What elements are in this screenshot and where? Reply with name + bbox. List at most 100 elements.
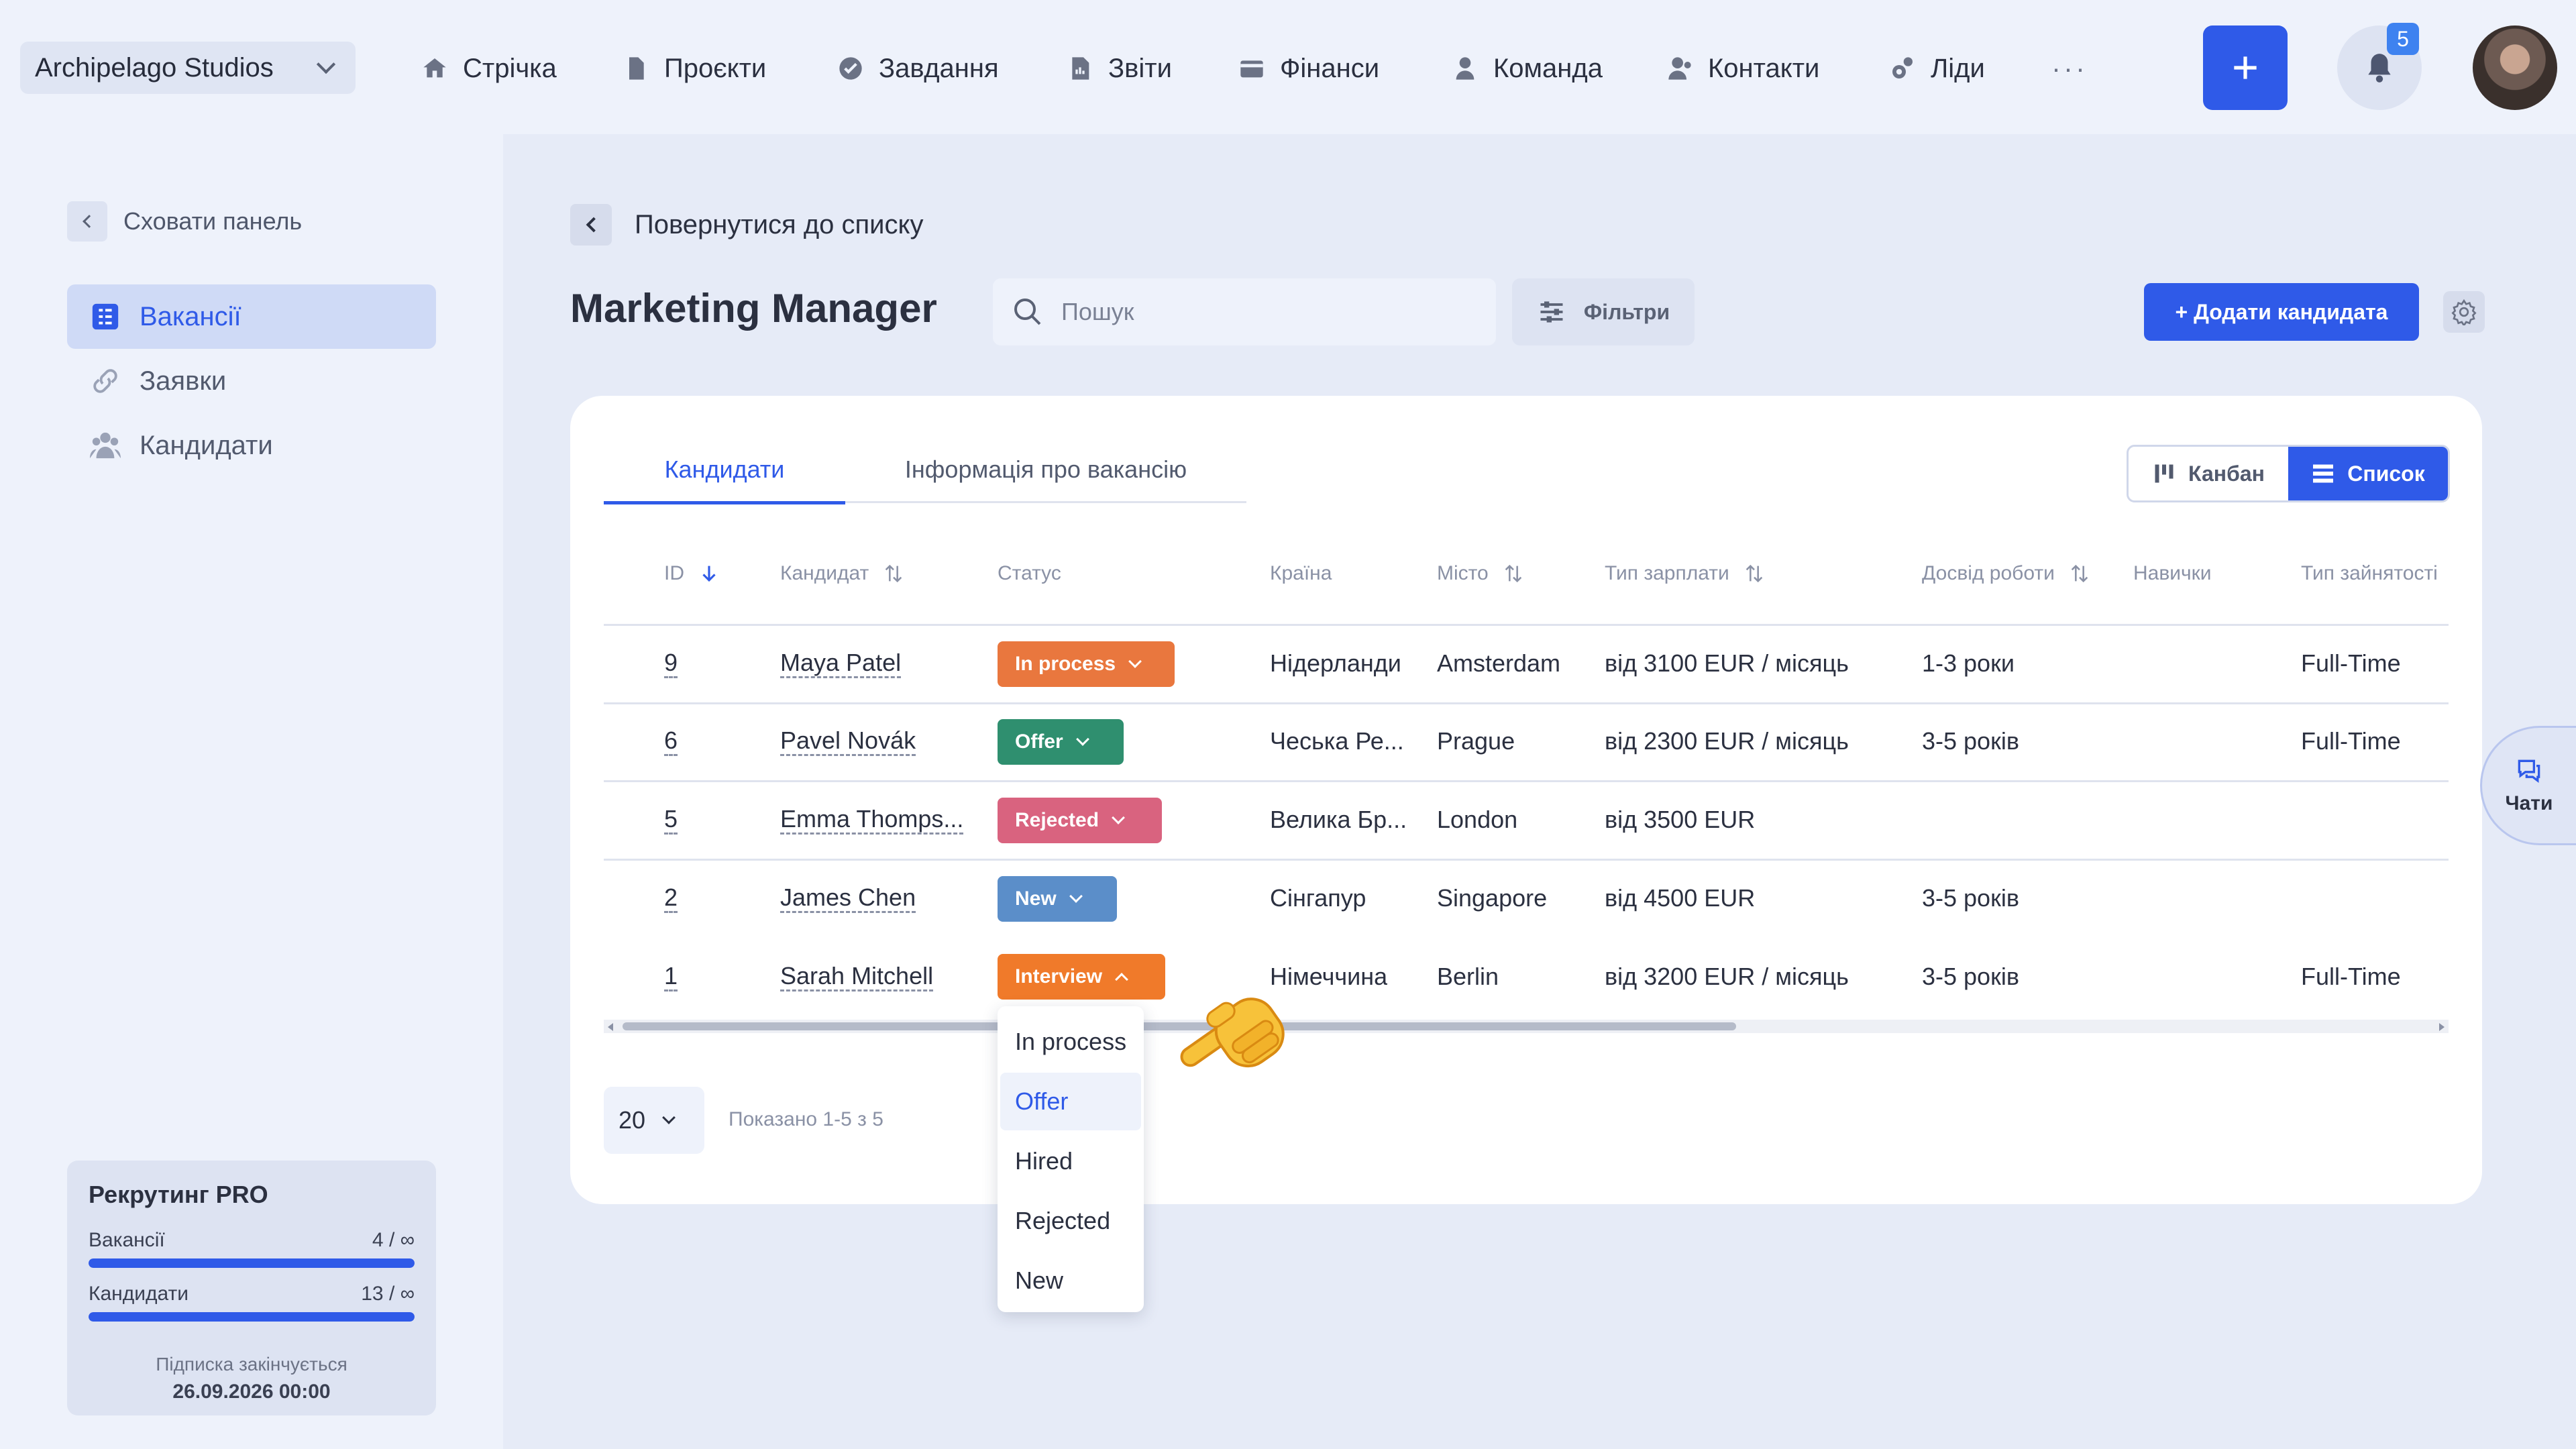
candidate-id[interactable]: 9 [664, 649, 678, 678]
tab-vacancy-info[interactable]: Інформація про вакансію [845, 449, 1246, 503]
status-option-new[interactable]: New [1000, 1252, 1141, 1309]
candidate-name[interactable]: Maya Patel [780, 649, 902, 678]
nav-item-contacts[interactable]: Контакти [1666, 47, 1819, 90]
quick-add-button[interactable] [2203, 25, 2288, 110]
candidate-id[interactable]: 6 [664, 727, 678, 756]
salary-cell: від 3100 EUR / місяць [1605, 649, 1849, 677]
column-header-salary-type[interactable]: Тип зарплати [1605, 562, 1766, 585]
usage-label: Кандидати [89, 1283, 189, 1305]
nav-label: Звіти [1108, 53, 1172, 83]
status-option-in-process[interactable]: In process [1000, 1013, 1141, 1071]
candidate-id[interactable]: 5 [664, 806, 678, 835]
sidebar-item-candidates[interactable]: Кандидати [67, 413, 436, 478]
status-option-offer[interactable]: Offer [1000, 1073, 1141, 1130]
column-label: Досвід роботи [1922, 562, 2055, 584]
sort-icon [2071, 564, 2088, 583]
tab-candidates[interactable]: Кандидати [604, 449, 845, 504]
nav-item-leads[interactable]: Ліди [1889, 47, 1985, 90]
divider [604, 702, 2449, 704]
kanban-icon [2155, 464, 2174, 483]
status-dropdown[interactable]: New [998, 876, 1117, 922]
candidate-id[interactable]: 2 [664, 884, 678, 913]
nav-item-reports[interactable]: Звіти [1067, 47, 1172, 90]
employment-cell: Full-Time [2301, 963, 2401, 990]
status-option-rejected[interactable]: Rejected [1000, 1192, 1141, 1250]
candidate-name[interactable]: Emma Thomps... [780, 806, 964, 835]
nav-item-projects[interactable]: Проєкти [623, 47, 766, 90]
more-menu-icon[interactable]: ··· [2051, 47, 2088, 90]
usage-value: 4 / ∞ [372, 1229, 415, 1251]
nav-item-tasks[interactable]: Завдання [837, 47, 999, 90]
scroll-left-icon[interactable] [608, 1023, 613, 1031]
column-header-id[interactable]: ID [664, 562, 720, 585]
search-input[interactable] [1061, 298, 1464, 326]
scroll-right-icon[interactable] [2439, 1023, 2445, 1031]
candidate-name[interactable]: Pavel Novák [780, 727, 916, 756]
gear-icon [2451, 299, 2477, 325]
company-name: Archipelago Studios [35, 52, 274, 83]
column-header-experience[interactable]: Досвід роботи [1922, 562, 2091, 585]
candidate-name[interactable]: Sarah Mitchell [780, 963, 934, 991]
settings-button[interactable] [2443, 291, 2485, 333]
nav-item-team[interactable]: Команда [1452, 47, 1603, 90]
kanban-label: Канбан [2188, 461, 2265, 486]
nav-label: Проєкти [664, 53, 767, 83]
usage-bar [89, 1258, 415, 1268]
back-to-list-button[interactable]: Повернутися до списку [570, 204, 923, 246]
divider [604, 624, 2449, 626]
divider [604, 859, 2449, 861]
status-label: Offer [1015, 731, 1063, 753]
nav-item-finance[interactable]: Фінанси [1238, 47, 1379, 90]
salary-cell: від 3500 EUR [1605, 806, 1756, 833]
nav-item-feed[interactable]: Стрічка [421, 47, 557, 90]
list-view-button[interactable]: Список [2288, 447, 2448, 500]
chevron-left-icon [570, 204, 612, 246]
sidebar-item-applications[interactable]: Заявки [67, 349, 436, 413]
status-dropdown[interactable]: In process [998, 641, 1175, 687]
sidebar-item-label: Вакансії [140, 301, 241, 331]
search-box [993, 278, 1496, 345]
filters-button[interactable]: Фільтри [1512, 278, 1695, 345]
sidebar-item-vacancies[interactable]: Вакансії [67, 284, 436, 349]
bell-icon [2368, 54, 2391, 83]
add-candidate-button[interactable]: + Додати кандидата [2144, 283, 2419, 341]
company-switcher[interactable]: Archipelago Studios [20, 42, 356, 94]
search-icon [1014, 299, 1041, 325]
experience-cell: 3-5 років [1922, 727, 2019, 755]
city-cell: Singapore [1437, 884, 1548, 912]
nav-label: Контакти [1708, 53, 1820, 83]
city-cell: Prague [1437, 727, 1515, 755]
wallet-icon [1240, 60, 1263, 78]
status-dropdown[interactable]: Offer [998, 719, 1124, 765]
horizontal-scrollbar[interactable] [604, 1020, 2449, 1033]
column-header-skills: Навички [2133, 562, 2212, 585]
candidate-id[interactable]: 1 [664, 963, 678, 991]
column-header-candidate[interactable]: Кандидат [780, 562, 905, 585]
avatar[interactable] [2473, 25, 2557, 110]
chats-button[interactable]: Чати [2480, 726, 2576, 845]
status-label: New [1015, 888, 1057, 910]
chats-label: Чати [2505, 792, 2553, 814]
status-option-hired[interactable]: Hired [1000, 1132, 1141, 1190]
sliders-icon [1540, 301, 1563, 323]
usage-bar-fill [89, 1312, 415, 1322]
plan-card: Рекрутинг PRO Вакансії 4 / ∞ Кандидати 1… [67, 1161, 436, 1415]
chevron-up-icon [1115, 973, 1128, 986]
document-icon [629, 57, 644, 80]
status-dropdown[interactable]: Rejected [998, 798, 1162, 843]
sort-icon [1505, 564, 1521, 583]
hide-panel-button[interactable]: Сховати панель [67, 201, 302, 241]
candidates-card: Кандидати Інформація про вакансію Канбан… [570, 396, 2482, 1204]
contacts-icon [1668, 57, 1691, 80]
kanban-view-button[interactable]: Канбан [2129, 447, 2288, 500]
column-header-city[interactable]: Місто [1437, 562, 1525, 585]
nav-label: Стрічка [463, 53, 557, 83]
chevron-left-icon [67, 201, 107, 241]
pointing-hand-icon [1180, 998, 1285, 1068]
tab-bar: Кандидати Інформація про вакансію [604, 449, 1246, 504]
per-page-select[interactable]: 20 [604, 1087, 704, 1154]
candidate-name[interactable]: James Chen [780, 884, 916, 913]
status-dropdown-open[interactable]: Interview [998, 954, 1165, 1000]
hide-panel-label: Сховати панель [123, 207, 303, 235]
status-label: In process [1015, 653, 1116, 675]
